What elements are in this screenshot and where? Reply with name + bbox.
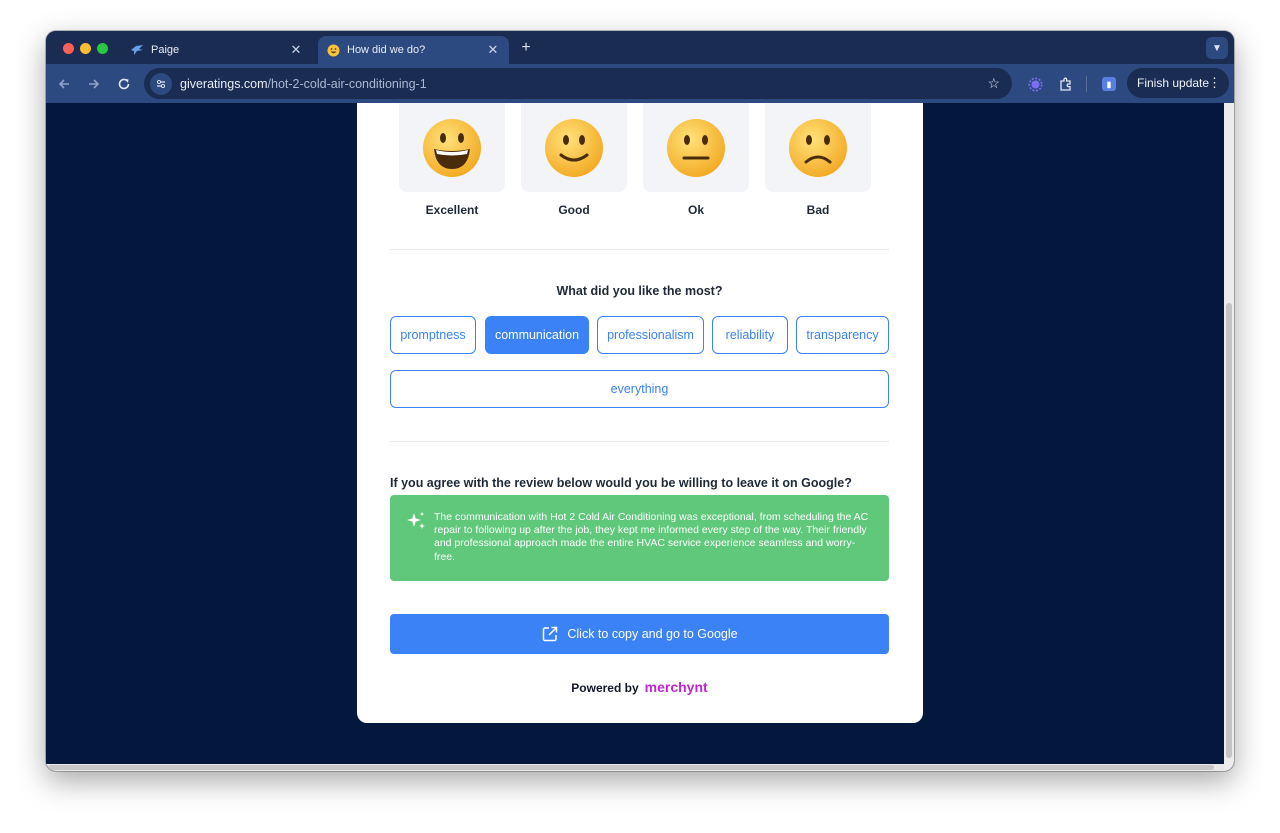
- browser-window: Paige ✕ How did we do? ✕ + ▼ giveratings…: [46, 31, 1234, 771]
- minimize-window-button[interactable]: [80, 43, 91, 54]
- horizontal-scrollbar[interactable]: [48, 765, 1214, 770]
- rating-label: Excellent: [425, 203, 479, 217]
- tab-title: How did we do?: [347, 44, 426, 56]
- chevron-down-icon[interactable]: ▼: [1206, 37, 1228, 59]
- review-question: If you agree with the review below would…: [390, 476, 852, 490]
- profile-avatar[interactable]: ▮: [1099, 74, 1119, 94]
- browser-toolbar: giveratings.com/hot-2-cold-air-condition…: [46, 64, 1234, 103]
- review-text: The communication with Hot 2 Cold Air Co…: [434, 511, 869, 563]
- frowning-face-icon: [789, 118, 847, 177]
- section-divider: [390, 249, 889, 250]
- profile-icon: ▮: [1102, 77, 1116, 91]
- rating-good[interactable]: Good: [521, 103, 627, 217]
- bookmark-star-icon[interactable]: ☆: [987, 75, 1000, 92]
- sparkles-icon: [407, 512, 425, 529]
- extension-gear-icon[interactable]: [1025, 74, 1045, 94]
- copy-and-go-to-google-button[interactable]: Click to copy and go to Google: [390, 614, 889, 654]
- likes-question: What did you like the most?: [556, 284, 723, 298]
- smiling-face-icon: [545, 118, 603, 177]
- chip-promptness[interactable]: promptness: [390, 316, 476, 354]
- chip-professionalism[interactable]: professionalism: [597, 316, 704, 354]
- rating-label: Good: [558, 203, 590, 217]
- extensions-puzzle-icon[interactable]: [1055, 74, 1075, 94]
- chip-communication[interactable]: communication: [485, 316, 589, 354]
- tab-paige[interactable]: Paige ✕: [122, 36, 312, 64]
- powered-by-label: Powered by: [571, 681, 639, 695]
- forward-arrow-icon[interactable]: [84, 74, 104, 94]
- vertical-scrollbar[interactable]: [1226, 303, 1232, 758]
- merchynt-logo[interactable]: merchynt: [645, 679, 708, 695]
- chip-everything[interactable]: everything: [390, 370, 889, 408]
- reload-icon[interactable]: [114, 74, 134, 94]
- paige-logo-icon: [130, 43, 144, 57]
- page-viewport: Excellent Good Ok Bad What did you like …: [46, 103, 1234, 771]
- toolbar-divider: [1086, 76, 1087, 92]
- more-options-icon[interactable]: ⋮: [1208, 75, 1221, 91]
- rating-box[interactable]: [643, 103, 749, 192]
- back-arrow-icon[interactable]: [54, 74, 74, 94]
- site-info-icon[interactable]: [150, 72, 172, 95]
- neutral-face-icon: [667, 118, 725, 177]
- chip-reliability[interactable]: reliability: [712, 316, 788, 354]
- url-path: /hot-2-cold-air-conditioning-1: [267, 76, 427, 91]
- powered-by: Powered by merchynt: [390, 679, 889, 695]
- close-icon[interactable]: ✕: [485, 42, 501, 58]
- rating-box[interactable]: [765, 103, 871, 192]
- finish-update-button[interactable]: Finish update ⋮: [1127, 68, 1229, 98]
- google-button-label: Click to copy and go to Google: [567, 627, 738, 641]
- tab-how-did-we-do[interactable]: How did we do? ✕: [318, 36, 509, 64]
- rating-label: Ok: [687, 203, 704, 217]
- rating-label: Bad: [806, 203, 830, 217]
- close-window-button[interactable]: [63, 43, 74, 54]
- chip-transparency[interactable]: transparency: [796, 316, 889, 354]
- url-domain: giveratings.com: [180, 76, 268, 91]
- grinning-emoji-icon: [326, 43, 340, 57]
- new-tab-button[interactable]: +: [517, 39, 535, 57]
- rating-excellent[interactable]: Excellent: [399, 103, 505, 217]
- finish-update-label: Finish update: [1137, 76, 1210, 90]
- feedback-card: Excellent Good Ok Bad What did you like …: [357, 103, 923, 723]
- maximize-window-button[interactable]: [97, 43, 108, 54]
- section-divider: [390, 441, 889, 442]
- rating-box[interactable]: [521, 103, 627, 192]
- rating-options: Excellent Good Ok Bad: [399, 103, 871, 233]
- external-link-icon: [543, 626, 558, 642]
- rating-bad[interactable]: Bad: [765, 103, 871, 217]
- address-bar[interactable]: giveratings.com/hot-2-cold-air-condition…: [144, 68, 1012, 99]
- horizontal-scrollbar-track: [46, 764, 1224, 771]
- suggested-review[interactable]: The communication with Hot 2 Cold Air Co…: [390, 495, 889, 581]
- rating-ok[interactable]: Ok: [643, 103, 749, 217]
- rating-box[interactable]: [399, 103, 505, 192]
- tab-title: Paige: [151, 44, 180, 56]
- grinning-face-icon: [423, 118, 481, 177]
- close-icon[interactable]: ✕: [288, 42, 304, 58]
- url-text: giveratings.com/hot-2-cold-air-condition…: [180, 77, 427, 91]
- tab-bar: Paige ✕ How did we do? ✕ + ▼: [46, 31, 1234, 64]
